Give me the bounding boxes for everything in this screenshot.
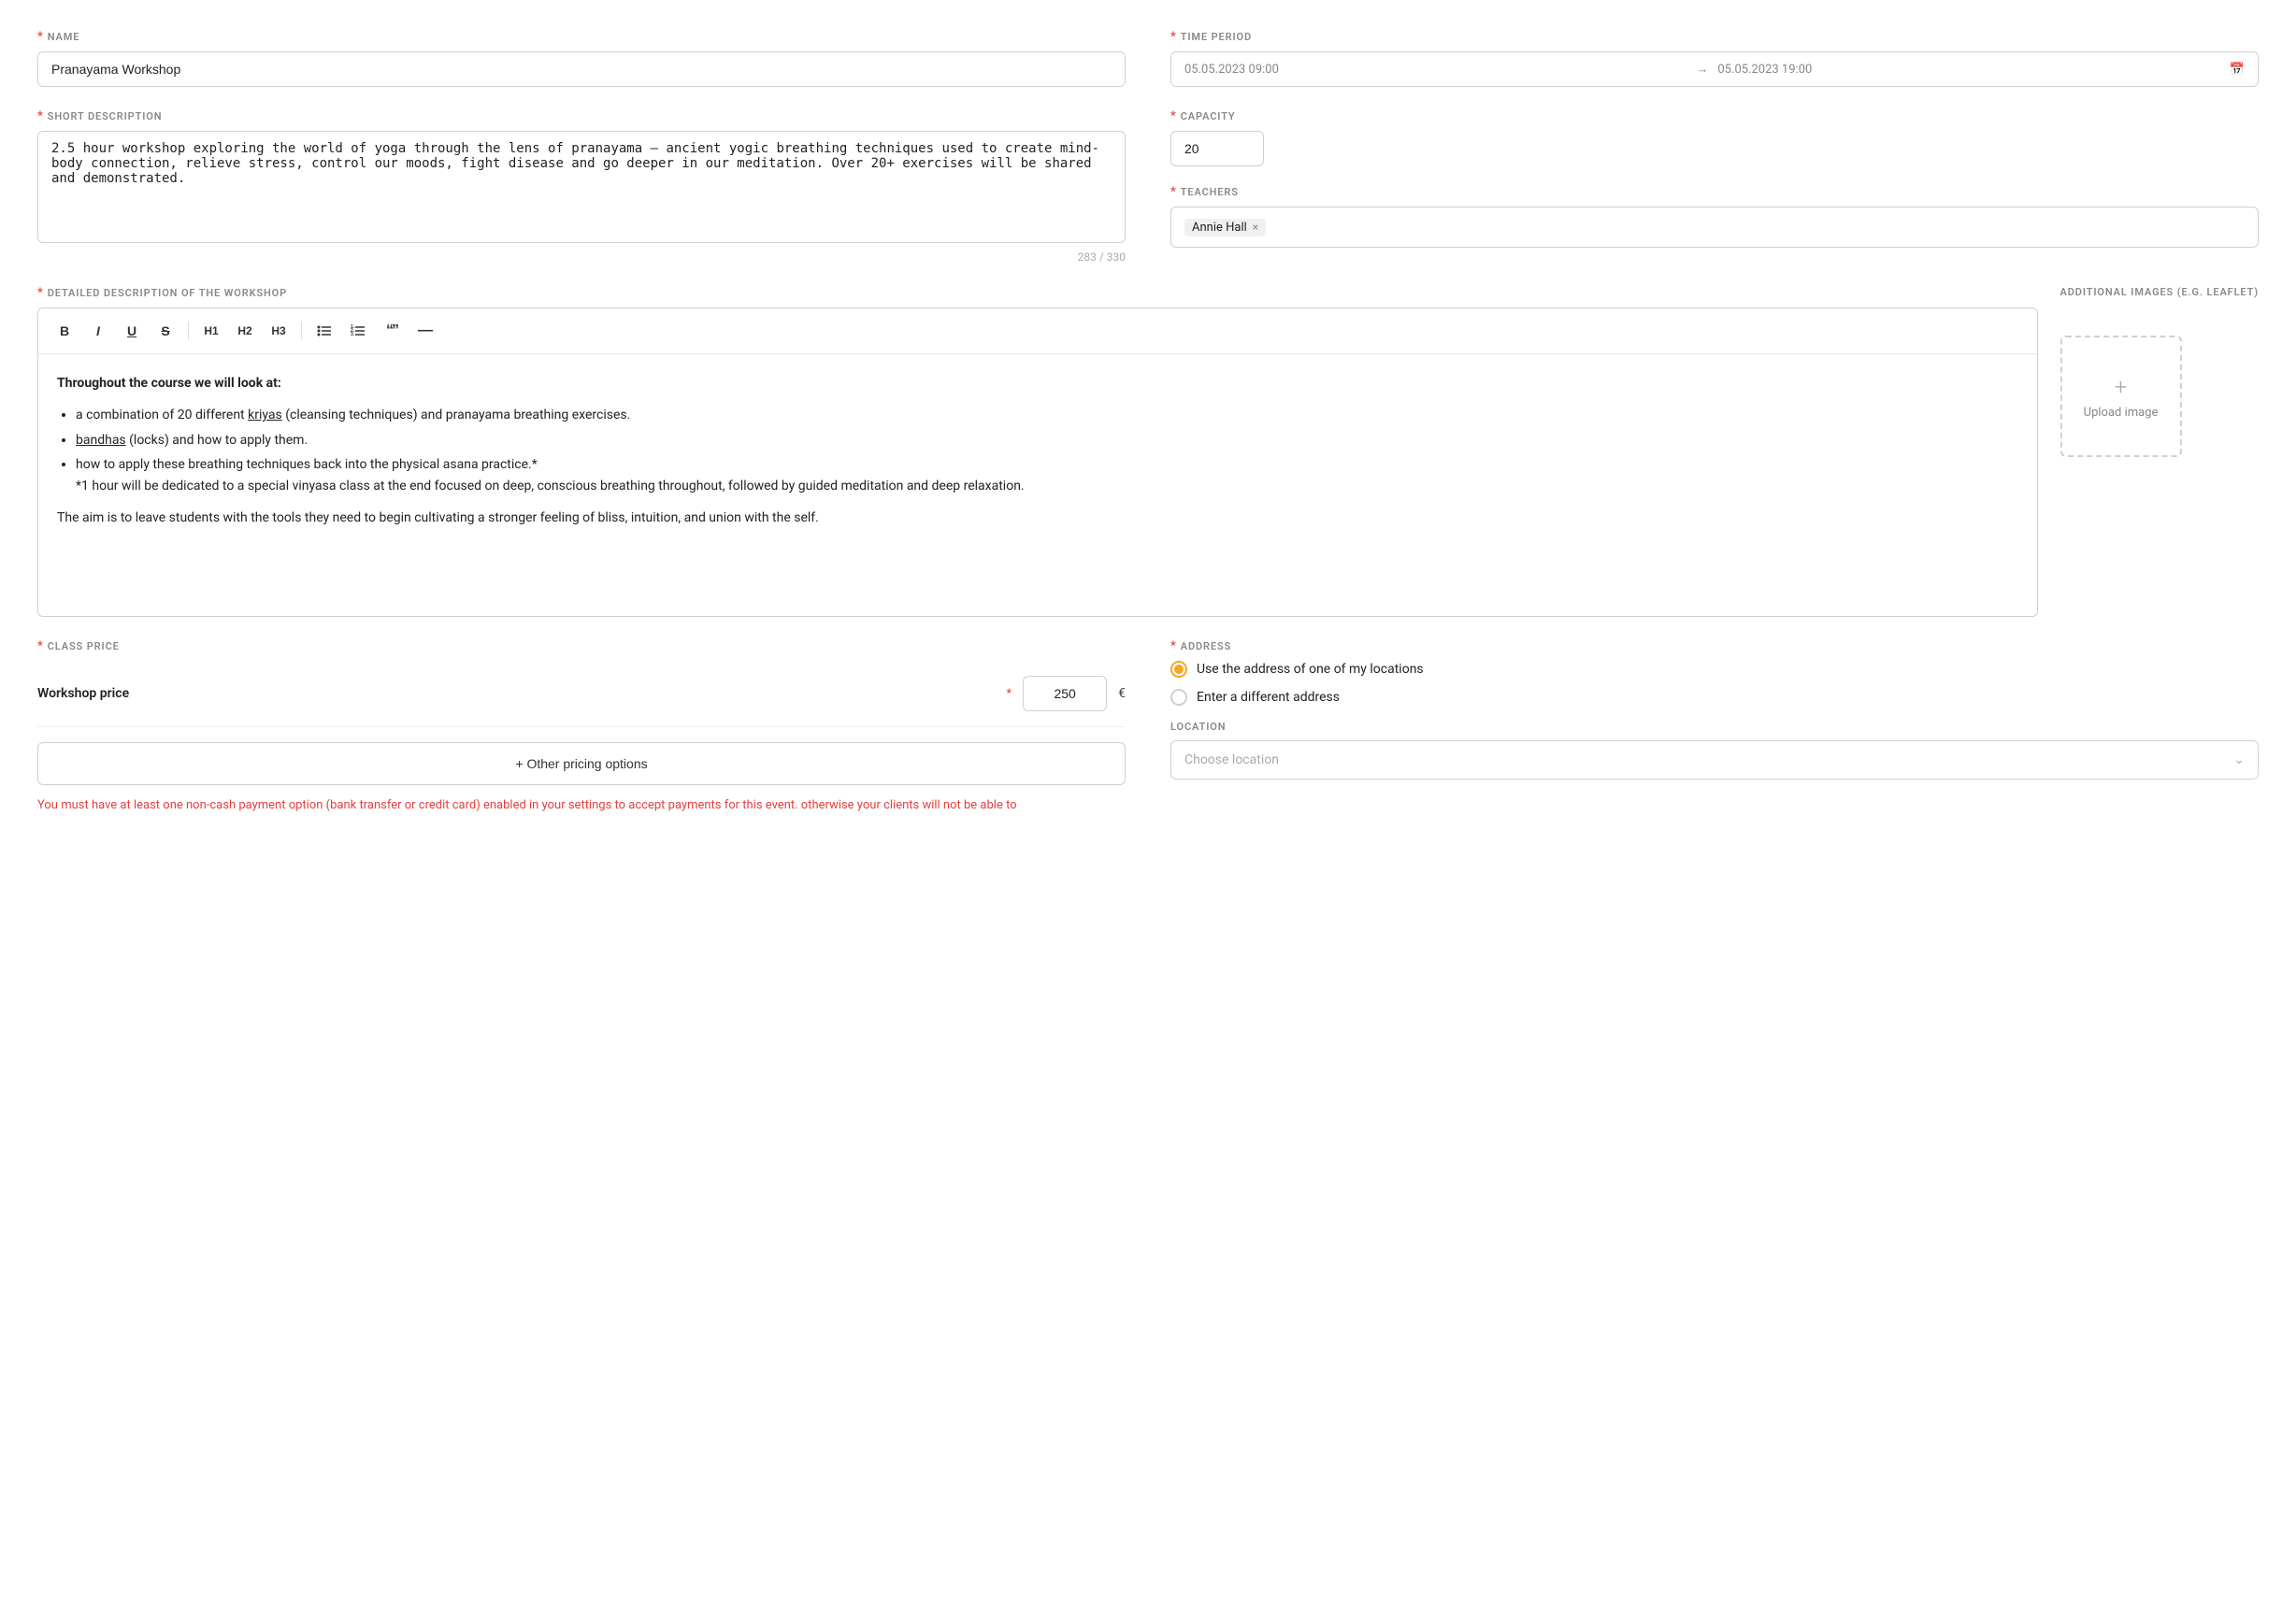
capacity-input[interactable] — [1170, 131, 1264, 166]
bottom-section: * CLASS PRICE Workshop price * € + Other… — [37, 639, 2259, 815]
remove-teacher-button[interactable]: × — [1253, 221, 1258, 234]
upload-image-label: Upload image — [2084, 406, 2159, 420]
underline-button[interactable]: U — [117, 316, 147, 346]
location-placeholder: Choose location — [1184, 752, 1279, 767]
short-description-input[interactable]: 2.5 hour workshop exploring the world of… — [37, 131, 1126, 243]
currency-symbol: € — [1118, 686, 1126, 701]
workshop-price-row: Workshop price * € — [37, 661, 1126, 727]
char-counter: 283 / 330 — [37, 250, 1126, 264]
calendar-icon[interactable]: 📅 — [2230, 63, 2245, 77]
name-required-star: * — [37, 30, 44, 44]
h1-button[interactable]: H1 — [196, 316, 226, 346]
address-section: * ADDRESS Use the address of one of my l… — [1170, 639, 2259, 815]
address-required-star: * — [1170, 639, 1177, 653]
plus-icon: + — [2115, 374, 2128, 400]
location-label: LOCATION — [1170, 721, 2259, 733]
chevron-down-icon: ⌄ — [2233, 752, 2245, 767]
name-label: * NAME — [37, 30, 1126, 44]
teachers-label: * TEACHERS — [1170, 185, 2259, 199]
right-column-group: * CAPACITY * TEACHERS Annie Hall × — [1170, 109, 2259, 264]
additional-images-label: ADDITIONAL IMAGES (E.G. LEAFLET) — [2060, 286, 2259, 298]
toolbar-divider-1 — [188, 322, 189, 340]
editor-content[interactable]: Throughout the course we will look at: a… — [38, 354, 2037, 616]
upload-image-button[interactable]: + Upload image — [2060, 336, 2182, 457]
workshop-price-label: Workshop price — [37, 686, 996, 701]
location-select[interactable]: Choose location ⌄ — [1170, 740, 2259, 780]
bullet-list-button[interactable] — [309, 316, 339, 346]
detailed-description-section: * DETAILED DESCRIPTION OF THE WORKSHOP B… — [37, 286, 2259, 617]
name-field-group: * NAME — [37, 30, 1126, 87]
time-period-field-group: * TIME PERIOD 05.05.2023 09:00 → 05.05.2… — [1170, 30, 2259, 87]
svg-text:3.: 3. — [351, 332, 355, 337]
add-pricing-label: + Other pricing options — [515, 756, 647, 771]
class-price-label: * CLASS PRICE — [37, 639, 1126, 653]
capacity-required-star: * — [1170, 109, 1177, 123]
radio-option-my-locations[interactable]: Use the address of one of my locations — [1170, 661, 2259, 678]
short-description-field-group: * SHORT DESCRIPTION 2.5 hour workshop ex… — [37, 109, 1126, 264]
time-period-required-star: * — [1170, 30, 1177, 44]
teachers-input[interactable]: Annie Hall × — [1170, 207, 2259, 248]
additional-images-section: ADDITIONAL IMAGES (E.G. LEAFLET) + Uploa… — [2060, 286, 2259, 617]
teacher-name: Annie Hall — [1192, 221, 1247, 235]
strikethrough-button[interactable]: S — [151, 316, 180, 346]
short-description-label: * SHORT DESCRIPTION — [37, 109, 1126, 123]
workshop-price-input[interactable] — [1023, 676, 1107, 711]
capacity-label: * CAPACITY — [1170, 109, 2259, 123]
h3-button[interactable]: H3 — [264, 316, 294, 346]
class-price-section: * CLASS PRICE Workshop price * € + Other… — [37, 639, 1126, 815]
warning-text: You must have at least one non-cash paym… — [37, 796, 1126, 815]
add-pricing-button[interactable]: + Other pricing options — [37, 742, 1126, 785]
class-price-required-star: * — [37, 639, 44, 653]
time-period-end: 05.05.2023 19:00 — [1717, 63, 2219, 77]
toolbar-divider-2 — [301, 322, 302, 340]
radio-label-different-address: Enter a different address — [1197, 690, 1340, 705]
name-input[interactable] — [37, 51, 1126, 87]
italic-button[interactable]: I — [83, 316, 113, 346]
time-period-start: 05.05.2023 09:00 — [1184, 63, 1686, 77]
detailed-description-label: * DETAILED DESCRIPTION OF THE WORKSHOP — [37, 286, 2038, 300]
arrow-icon: → — [1696, 62, 1708, 77]
time-period-input[interactable]: 05.05.2023 09:00 → 05.05.2023 19:00 📅 — [1170, 51, 2259, 87]
short-desc-required-star: * — [37, 109, 44, 123]
h2-button[interactable]: H2 — [230, 316, 260, 346]
teachers-required-star: * — [1170, 185, 1177, 199]
capacity-field-group: * CAPACITY — [1170, 109, 2259, 166]
teacher-tag: Annie Hall × — [1184, 219, 1266, 236]
address-label: * ADDRESS — [1170, 639, 2259, 653]
detailed-desc-required-star: * — [37, 286, 44, 300]
rich-editor: B I U S H1 H2 H3 — [37, 308, 2038, 617]
time-period-label: * TIME PERIOD — [1170, 30, 2259, 44]
numbered-list-button[interactable]: 1. 2. 3. — [343, 316, 373, 346]
bold-button[interactable]: B — [50, 316, 79, 346]
editor-toolbar: B I U S H1 H2 H3 — [38, 308, 2037, 354]
divider-button[interactable]: — — [410, 316, 440, 346]
radio-label-my-locations: Use the address of one of my locations — [1197, 662, 1424, 677]
teachers-field-group: * TEACHERS Annie Hall × — [1170, 185, 2259, 248]
radio-option-different-address[interactable]: Enter a different address — [1170, 689, 2259, 706]
radio-circle-selected — [1170, 661, 1187, 678]
price-required-star: * — [1007, 687, 1012, 701]
detailed-description-field-group: * DETAILED DESCRIPTION OF THE WORKSHOP B… — [37, 286, 2038, 617]
quote-button[interactable]: “” — [377, 316, 407, 346]
address-radio-group: Use the address of one of my locations E… — [1170, 661, 2259, 706]
radio-circle-unselected — [1170, 689, 1187, 706]
